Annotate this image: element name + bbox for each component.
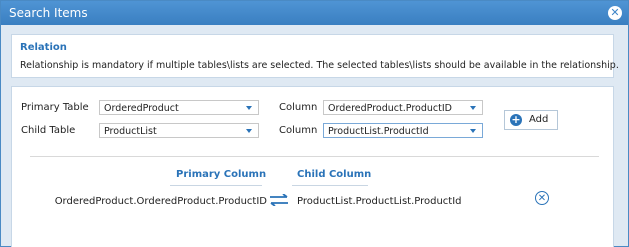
- remove-relation-icon[interactable]: ✕: [535, 191, 549, 205]
- relation-info-panel: Relation Relationship is mandatory if mu…: [11, 34, 619, 78]
- child-column-value: ProductList.ProductId: [328, 126, 429, 137]
- child-column-header: Child Column: [297, 169, 372, 180]
- section-divider: [30, 156, 599, 157]
- chevron-down-icon: [470, 106, 476, 110]
- dialog-titlebar: Search Items ✕: [1, 1, 628, 25]
- primary-column-header: Primary Column: [176, 169, 267, 180]
- primary-column-value: OrderedProduct.ProductID: [328, 103, 452, 114]
- row-primary-column: OrderedProduct.OrderedProduct.ProductID: [54, 196, 267, 207]
- primary-table-label: Primary Table: [21, 102, 89, 113]
- primary-column-label: Column: [279, 102, 318, 113]
- child-column-underline: [292, 185, 368, 186]
- child-column-label: Column: [279, 125, 318, 136]
- child-table-select[interactable]: ProductList: [99, 123, 259, 138]
- primary-column-select[interactable]: OrderedProduct.ProductID: [323, 100, 483, 115]
- search-items-dialog: Search Items ✕ Relation Relationship is …: [0, 0, 629, 247]
- relationship-editor-panel: Primary Table OrderedProduct Column Orde…: [11, 86, 614, 247]
- primary-table-value: OrderedProduct: [104, 103, 179, 114]
- relation-description: Relationship is mandatory if multiple ta…: [20, 60, 619, 71]
- add-relation-button[interactable]: + Add: [504, 110, 558, 130]
- child-table-value: ProductList: [104, 126, 157, 137]
- dialog-title: Search Items: [9, 6, 88, 20]
- chevron-down-icon: [246, 106, 252, 110]
- relation-heading: Relation: [20, 42, 67, 53]
- child-table-label: Child Table: [21, 125, 76, 136]
- add-button-label: Add: [529, 114, 549, 125]
- swap-arrows-icon: [270, 194, 288, 206]
- chevron-down-icon: [470, 129, 476, 133]
- primary-table-select[interactable]: OrderedProduct: [99, 100, 259, 115]
- primary-column-underline: [170, 185, 262, 186]
- chevron-down-icon: [246, 129, 252, 133]
- row-child-column: ProductList.ProductList.ProductId: [297, 196, 462, 207]
- plus-circle-icon: +: [510, 113, 522, 126]
- child-column-select[interactable]: ProductList.ProductId: [323, 123, 483, 138]
- close-icon[interactable]: ✕: [608, 6, 622, 20]
